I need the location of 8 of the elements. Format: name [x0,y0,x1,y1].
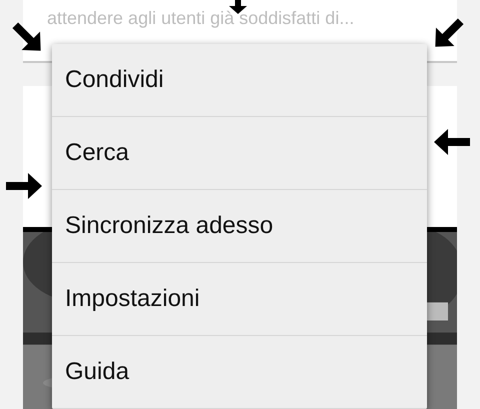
arrow-icon [435,18,464,47]
menu-item[interactable]: Sincronizza adesso [52,190,427,263]
article-snippet: attendere agli utenti già soddisfatti di... [47,8,354,29]
menu-item[interactable]: Guida [52,336,427,409]
menu-item[interactable]: Condividi [52,44,427,117]
menu-item[interactable]: Cerca [52,117,427,190]
arrow-icon [12,22,41,51]
menu-item[interactable]: Impostazioni [52,263,427,336]
